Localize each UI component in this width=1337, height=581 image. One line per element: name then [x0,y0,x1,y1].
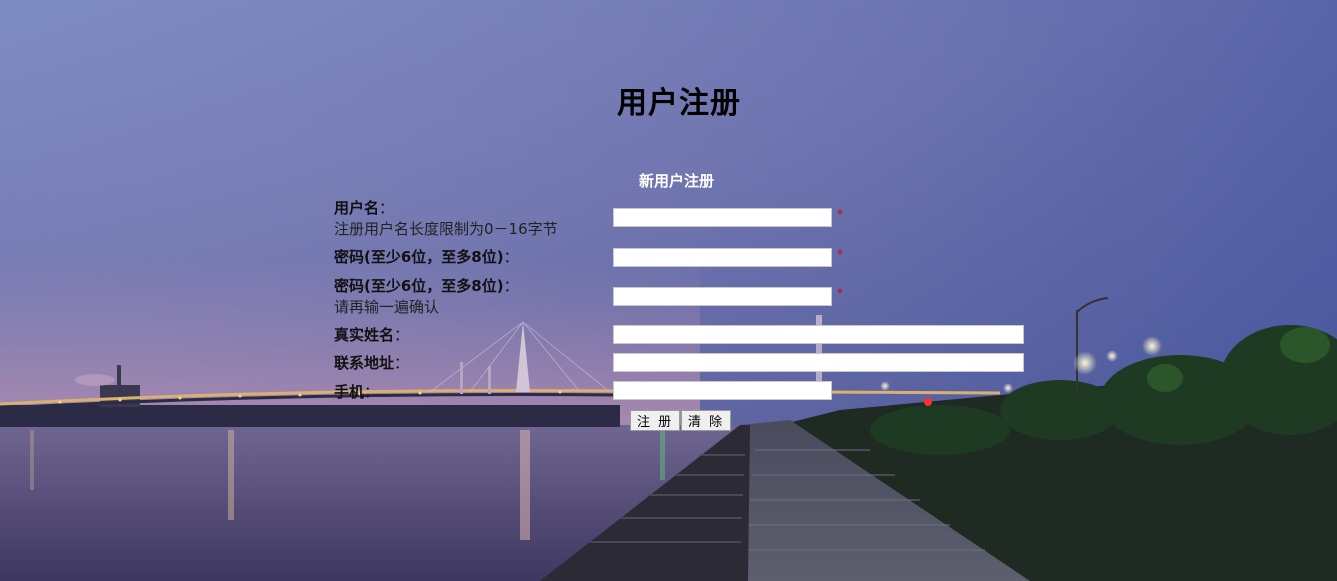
username-input[interactable] [613,208,832,227]
address-label: 联系地址 [334,354,395,372]
password-label: 密码(至少6位，至多8位) [334,248,504,266]
realname-label-block: 真实姓名： [334,325,409,346]
username-hint: 注册用户名长度限制为0－16字节 [334,220,558,238]
phone-label-block: 手机： [334,382,379,403]
clear-button[interactable]: 清 除 [681,410,732,431]
realname-label: 真实姓名 [334,326,395,344]
password-colon: ： [503,248,519,266]
address-label-block: 联系地址： [334,353,409,374]
username-required-mark: * [837,207,843,221]
form-subtitle: 新用户注册 [639,172,715,190]
password-input[interactable] [613,248,832,267]
username-colon: ： [379,199,395,217]
address-colon: ： [394,354,410,372]
password-confirm-input[interactable] [613,287,832,306]
phone-input[interactable] [613,381,832,400]
password-confirm-required-mark: * [837,286,843,300]
phone-label: 手机 [334,383,365,401]
password-confirm-label-block: 密码(至少6位，至多8位)： 请再输一遍确认 [334,276,519,318]
register-button[interactable]: 注 册 [630,410,681,431]
realname-colon: ： [394,326,410,344]
password-confirm-colon: ： [503,277,519,295]
address-input[interactable] [613,353,1024,372]
password-required-mark: * [837,247,843,261]
password-confirm-label: 密码(至少6位，至多8位) [334,277,504,295]
page-title: 用户注册 [617,86,741,121]
username-label-block: 用户名： 注册用户名长度限制为0－16字节 [334,198,558,240]
phone-colon: ： [364,383,380,401]
username-label: 用户名 [334,199,380,217]
password-confirm-hint: 请再输一遍确认 [334,298,440,316]
password-label-block: 密码(至少6位，至多8位)： [334,247,519,268]
realname-input[interactable] [613,325,1024,344]
